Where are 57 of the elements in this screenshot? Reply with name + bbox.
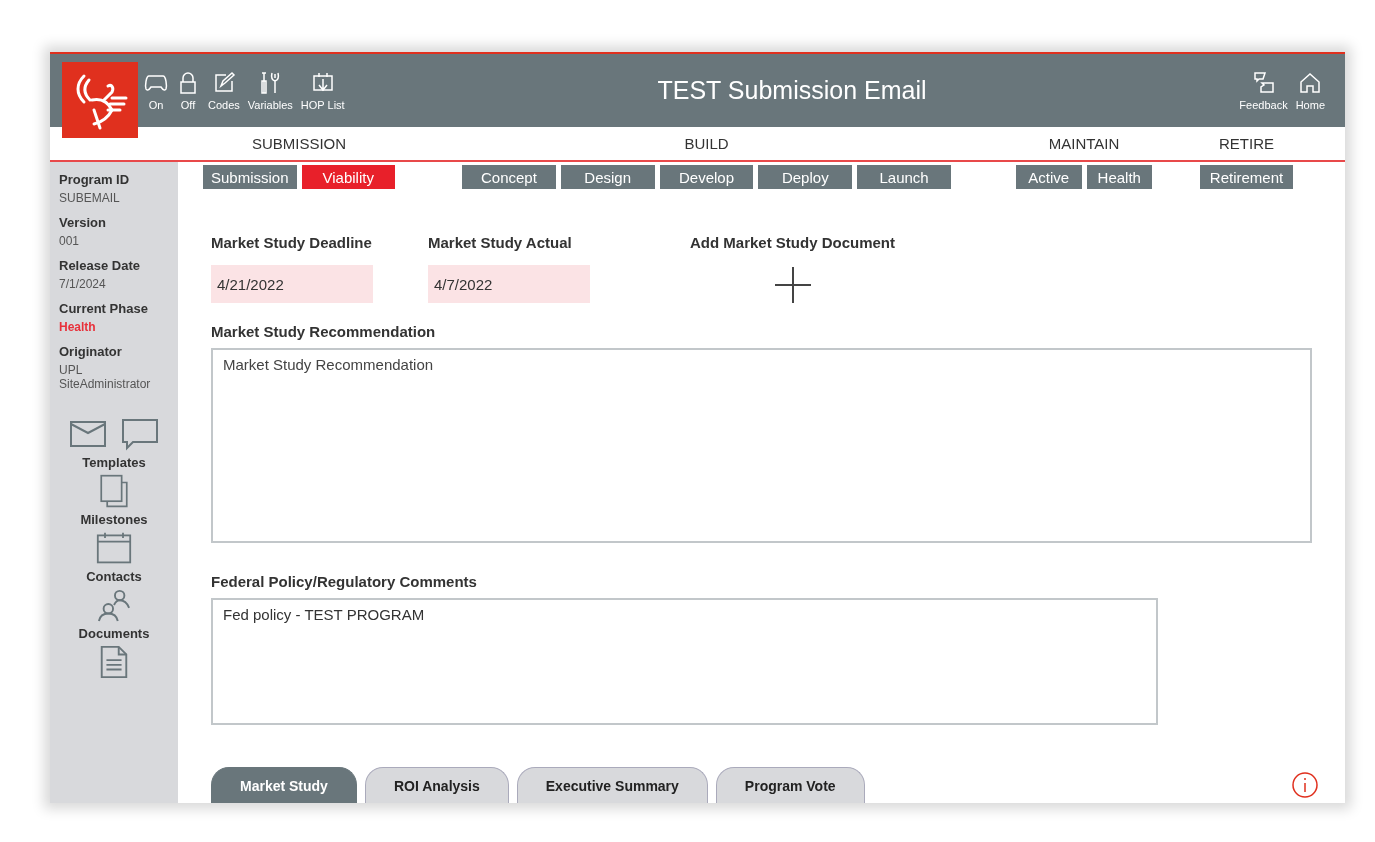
calendar-icon[interactable]: [96, 531, 132, 565]
info-label: Current Phase: [59, 301, 149, 316]
field-label: Add Market Study Document: [690, 234, 896, 251]
toolbar-button[interactable]: Home: [1293, 70, 1327, 111]
text-area[interactable]: Fed policy - TEST PROGRAM: [211, 598, 1158, 725]
field-label: Market Study Deadline: [211, 234, 372, 251]
tab[interactable]: Executive Summary: [516, 767, 708, 803]
field-label: Market Study Recommendation: [211, 323, 436, 340]
info-value: SUBEMAIL: [59, 191, 121, 205]
phase-tab[interactable]: Develop: [659, 165, 754, 189]
nav-link[interactable]: Contacts: [86, 569, 142, 584]
info-value: 001: [59, 234, 81, 248]
toolbar-button[interactable]: Variables: [245, 70, 295, 111]
info-value: 7/1/2024: [59, 277, 107, 291]
toolbar-button[interactable]: Feedback: [1237, 70, 1290, 111]
date-field[interactable]: 4/21/2022: [211, 265, 373, 303]
info-label: Version: [59, 215, 107, 230]
phase-tab[interactable]: Launch: [857, 165, 951, 189]
phase-label: BUILD: [684, 135, 729, 152]
phase-label: SUBMISSION: [251, 135, 347, 152]
info-value: Health: [59, 320, 97, 334]
info-label: Originator: [59, 344, 123, 359]
info-label: Program ID: [59, 172, 131, 187]
speech-bubble-icon[interactable]: [122, 417, 158, 451]
tab[interactable]: ROI Analysis: [364, 767, 509, 803]
phase-tab[interactable]: Design: [560, 165, 655, 189]
phase-tab[interactable]: Viability: [301, 165, 395, 189]
field-label: Market Study Actual: [428, 234, 572, 251]
people-icon[interactable]: [96, 588, 132, 622]
info-label: Release Date: [59, 258, 141, 273]
add-icon[interactable]: [774, 267, 811, 303]
phase-label: MAINTAIN: [1048, 135, 1120, 152]
text-area[interactable]: Market Study Recommendation: [211, 348, 1312, 543]
phase-tab[interactable]: Retirement: [1200, 165, 1293, 189]
field-label: Federal Policy/Regulatory Comments: [211, 573, 477, 590]
toolbar-button[interactable]: On: [142, 70, 170, 111]
toolbar-button[interactable]: Codes: [206, 70, 242, 111]
nav-link[interactable]: Milestones: [80, 512, 148, 527]
toolbar-button[interactable]: Off: [174, 70, 202, 111]
nav-link[interactable]: Documents: [78, 626, 150, 641]
chat-bubbles-icon: [1251, 70, 1276, 95]
nav-link[interactable]: Templates: [82, 455, 146, 470]
phase-tab[interactable]: Deploy: [758, 165, 853, 189]
info-value: UPL SiteAdministrator: [59, 363, 152, 391]
logo-icon[interactable]: [62, 62, 138, 138]
window-title: TEST Submission Email: [656, 76, 928, 105]
home-icon: [1298, 70, 1323, 95]
tab[interactable]: Program Vote: [715, 767, 865, 803]
toolbar-button[interactable]: HOP List: [298, 70, 347, 111]
phase-label: RETIRE: [1219, 135, 1274, 152]
phase-tab[interactable]: Active: [1016, 165, 1082, 189]
info-icon[interactable]: [1292, 772, 1318, 798]
date-field[interactable]: 4/7/2022: [428, 265, 590, 303]
phase-tab[interactable]: Health: [1086, 165, 1152, 189]
phase-tab[interactable]: Concept: [462, 165, 556, 189]
tab[interactable]: Market Study: [211, 767, 357, 803]
phase-tab[interactable]: Submission: [203, 165, 297, 189]
